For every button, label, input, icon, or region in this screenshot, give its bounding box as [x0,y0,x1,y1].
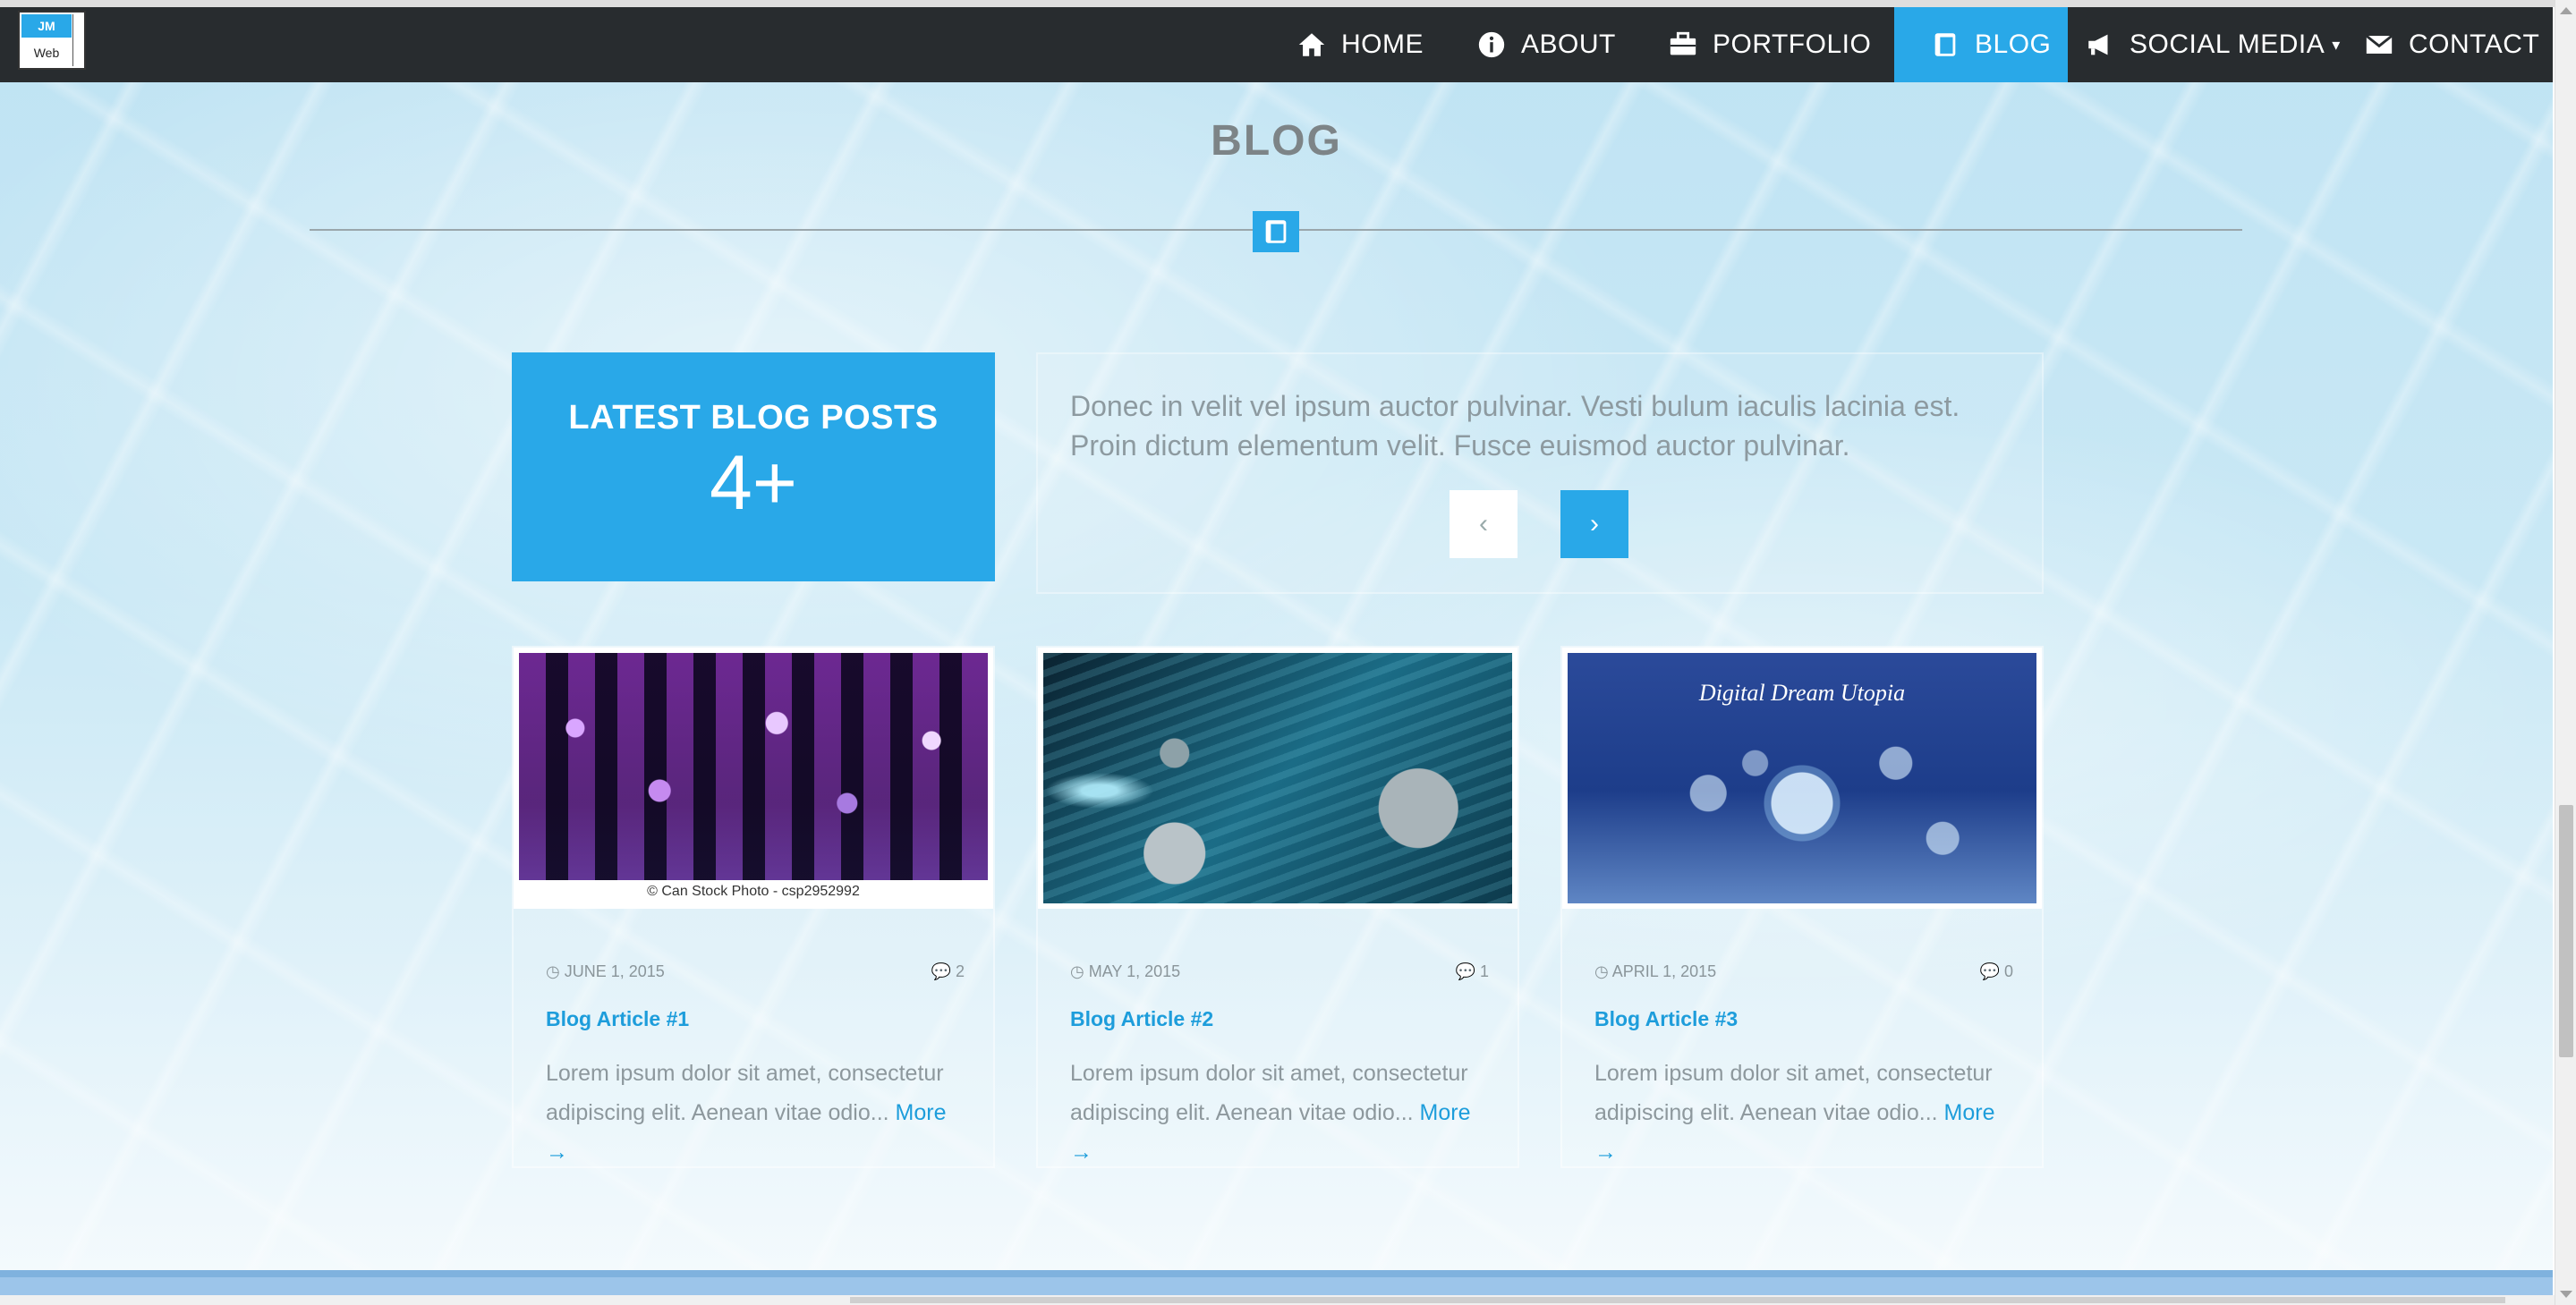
blog-card-image[interactable] [1038,648,1518,909]
nav-blog-label: BLOG [1975,30,2052,59]
blog-card-image[interactable]: Digital Dream Utopia [1562,648,2042,909]
logo-side-mark [72,14,82,66]
info-icon [1478,31,1505,58]
image-caption: Digital Dream Utopia [1698,680,1906,706]
card-title[interactable]: Blog Article #1 [546,1007,689,1031]
page: JM Web HOME ABOUT PORTFOLIO BLOG SOCIAL … [0,7,2553,1277]
card-date-text: JUNE 1, 2015 [564,962,665,980]
comment-icon: 💬 [1979,962,2000,980]
latest-posts-box: LATEST BLOG POSTS 4+ [512,352,995,581]
comment-icon: 💬 [1455,962,1475,980]
scroll-up-icon[interactable] [2560,7,2572,14]
card-comments: 💬 1 [1456,962,1489,981]
card-title[interactable]: Blog Article #3 [1594,1007,1738,1031]
site-logo[interactable]: JM Web [18,11,86,70]
page-title: BLOG [1211,117,1342,165]
carousel-prev-button[interactable]: ‹ [1450,490,1518,558]
comment-icon: 💬 [931,962,951,980]
envelope-icon [2365,34,2393,54]
blog-card: ◷ MAY 1, 2015 💬 1 Blog Article #2 Lorem … [1036,646,1519,1168]
card-comments-count: 0 [2003,962,2013,980]
card-excerpt-text: Lorem ipsum dolor sit amet, consectetur … [546,1061,944,1125]
nav-about[interactable]: ABOUT [1476,7,1616,82]
card-comments: 💬 2 [931,962,965,981]
latest-posts-count: 4+ [709,440,798,526]
blog-image-1: © Can Stock Photo - csp2952992 [519,653,988,903]
blog-card-image[interactable]: © Can Stock Photo - csp2952992 [514,648,993,909]
book-icon [1934,33,1956,56]
card-comments-count: 2 [955,962,965,980]
nav-blog[interactable]: BLOG [1894,7,2068,82]
carousel-next-button[interactable]: › [1560,490,1628,558]
megaphone-icon [2088,34,2108,55]
briefcase-icon [1670,31,1696,55]
vertical-scrollbar[interactable] [2555,0,2576,1305]
blog-card: Digital Dream Utopia ◷ APRIL 1, 2015 💬 0… [1560,646,2044,1168]
latest-posts-title: LATEST BLOG POSTS [568,399,939,436]
card-meta: ◷ APRIL 1, 2015 💬 0 [1594,962,2013,987]
logo-top: JM [21,14,72,38]
browser-top-bar [0,0,2576,7]
nav-home-label: HOME [1341,30,1424,59]
card-date: ◷ JUNE 1, 2015 [546,962,665,980]
card-excerpt: Lorem ipsum dolor sit amet, consectetur … [1070,1054,1491,1172]
nav-about-label: ABOUT [1521,30,1616,59]
blog-image-2 [1043,653,1512,903]
blog-image-3: Digital Dream Utopia [1568,653,2036,903]
card-date-text: MAY 1, 2015 [1088,962,1181,980]
card-date: ◷ APRIL 1, 2015 [1594,962,1717,980]
nav-social-media[interactable]: SOCIAL MEDIA ▾ [2085,7,2341,82]
book-icon [1265,220,1287,243]
card-comments-count: 1 [1479,962,1489,980]
horizontal-scrollbar[interactable] [0,1295,2555,1305]
quote-panel: Donec in velit vel ipsum auctor pulvinar… [1036,352,2044,594]
nav-portfolio-label: PORTFOLIO [1713,30,1872,59]
card-date: ◷ MAY 1, 2015 [1070,962,1181,980]
scroll-thumb[interactable] [2559,805,2573,1057]
image-caption: © Can Stock Photo - csp2952992 [519,880,988,903]
nav-home[interactable]: HOME [1297,7,1424,82]
footer-strip-lower [0,1277,2553,1295]
card-comments: 💬 0 [1980,962,2013,981]
nav-contact-label: CONTACT [2409,30,2540,59]
card-meta: ◷ JUNE 1, 2015 💬 2 [546,962,965,987]
navbar: JM Web HOME ABOUT PORTFOLIO BLOG SOCIAL … [0,7,2553,82]
card-excerpt-text: Lorem ipsum dolor sit amet, consectetur … [1070,1061,1468,1125]
card-excerpt: Lorem ipsum dolor sit amet, consectetur … [546,1054,966,1172]
card-excerpt: Lorem ipsum dolor sit amet, consectetur … [1594,1054,2015,1172]
quote-text: Donec in velit vel ipsum auctor pulvinar… [1070,390,1960,462]
home-icon [1298,33,1325,56]
horizontal-scroll-thumb[interactable] [850,1297,2505,1303]
card-title[interactable]: Blog Article #2 [1070,1007,1213,1031]
blog-card: © Can Stock Photo - csp2952992 ◷ JUNE 1,… [512,646,995,1168]
section-badge [1253,211,1299,252]
chevron-down-icon: ▾ [2332,35,2341,54]
nav-social-media-label: SOCIAL MEDIA [2130,30,2325,59]
logo-bottom: Web [33,46,60,60]
scroll-down-icon[interactable] [2560,1291,2572,1298]
card-excerpt-text: Lorem ipsum dolor sit amet, consectetur … [1594,1061,1993,1125]
nav-contact[interactable]: CONTACT [2364,7,2539,82]
card-meta: ◷ MAY 1, 2015 💬 1 [1070,962,1489,987]
nav-portfolio[interactable]: PORTFOLIO [1668,7,1871,82]
card-date-text: APRIL 1, 2015 [1611,962,1717,980]
